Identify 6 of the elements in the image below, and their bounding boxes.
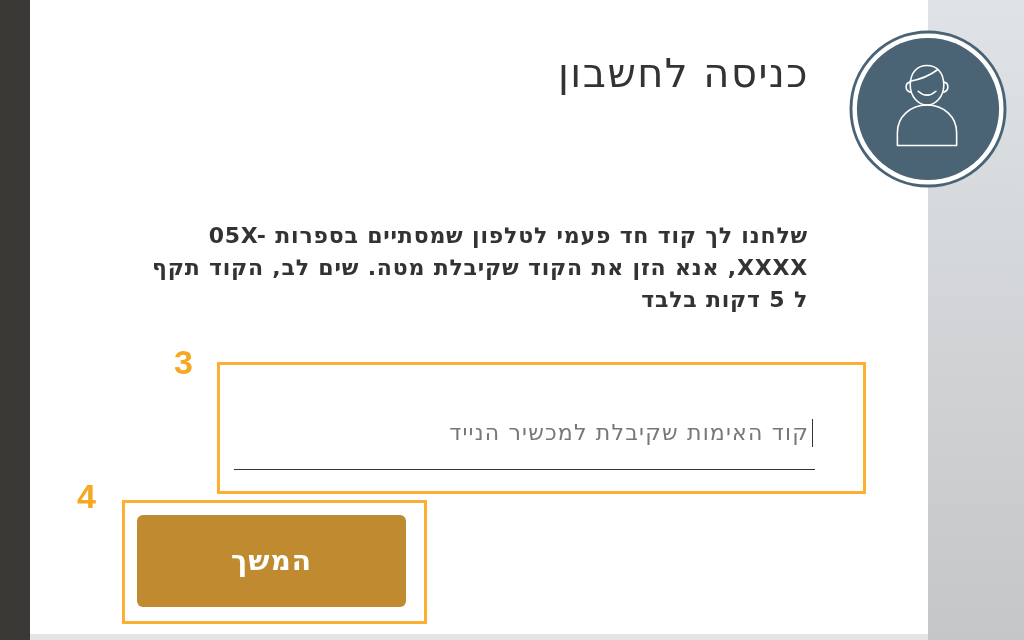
continue-button[interactable]: המשך [137, 515, 406, 607]
instruction-text: שלחנו לך קוד חד פעמי לטלפון שמסתיים בספרות 05X-XXXX, אנא הזן את הקוד שקיבלת מטה. שים לב, הקוד תקף ל 5 דקות בלבד [152, 222, 808, 314]
page-title: כניסה לחשבון [557, 49, 809, 98]
step-number: 4 [77, 476, 96, 516]
verification-code-field[interactable]: קוד האימות שקיבלת למכשיר הנייד [234, 412, 815, 470]
step-number: 3 [174, 342, 193, 382]
